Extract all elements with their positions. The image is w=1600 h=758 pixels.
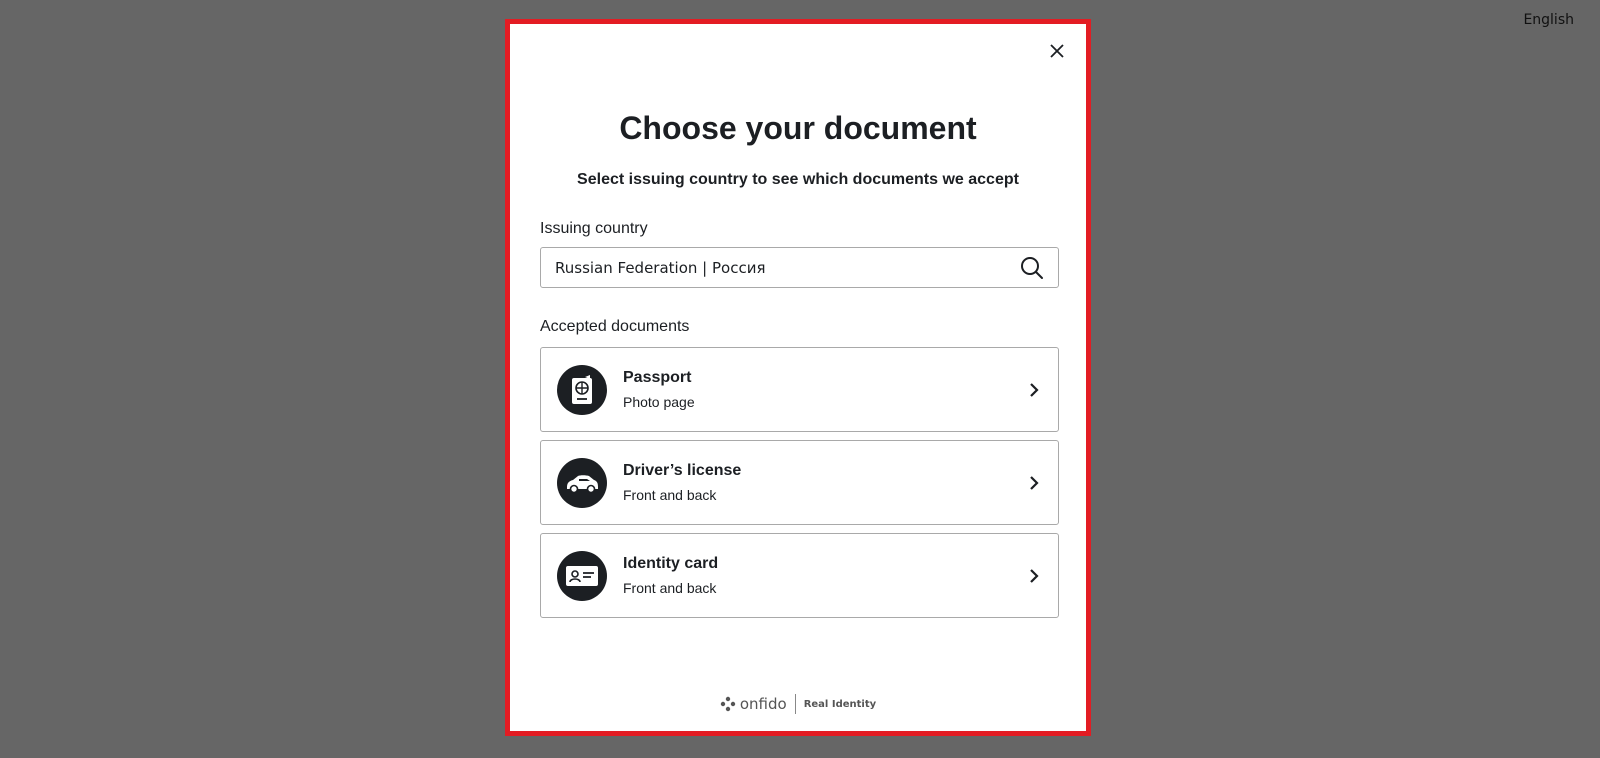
id-card-icon (557, 550, 607, 601)
onfido-logo: onfido (720, 695, 787, 713)
close-icon (1050, 44, 1064, 58)
issuing-country-value: Russian Federation | Россия (555, 258, 766, 277)
search-icon[interactable] (1020, 256, 1044, 280)
page-subtitle: Select issuing country to see which docu… (577, 171, 1019, 188)
car-icon (557, 457, 607, 508)
chevron-right-icon (1026, 382, 1042, 398)
document-option-identity-card[interactable]: Identity card Front and back (540, 533, 1059, 618)
brand-name: onfido (739, 695, 787, 713)
footer-divider (794, 694, 796, 714)
chevron-right-icon (1026, 568, 1042, 584)
issuing-country-label: Issuing country (540, 220, 648, 237)
page-title: Choose your document (619, 110, 977, 146)
document-subtitle: Front and back (623, 580, 717, 596)
document-subtitle: Photo page (623, 394, 695, 410)
accepted-documents-label: Accepted documents (540, 318, 690, 335)
footer: onfido Real Identity (510, 694, 1086, 714)
document-title: Driver’s license (623, 462, 742, 479)
language-selector[interactable]: English (1523, 12, 1574, 28)
document-subtitle: Front and back (623, 487, 717, 503)
chevron-right-icon (1026, 475, 1042, 491)
issuing-country-input[interactable]: Russian Federation | Россия (540, 247, 1059, 288)
document-selection-modal: Choose your document Select issuing coun… (505, 19, 1091, 736)
document-title: Passport (623, 369, 692, 386)
passport-icon (557, 364, 607, 415)
document-option-drivers-license[interactable]: Driver’s license Front and back (540, 440, 1059, 525)
document-option-passport[interactable]: Passport Photo page (540, 347, 1059, 432)
onfido-mark-icon (720, 696, 736, 712)
close-button[interactable] (1046, 40, 1068, 62)
document-title: Identity card (623, 555, 719, 572)
document-list: Passport Photo page Driver’s license Fro… (540, 347, 1059, 626)
brand-tagline: Real Identity (803, 698, 877, 710)
